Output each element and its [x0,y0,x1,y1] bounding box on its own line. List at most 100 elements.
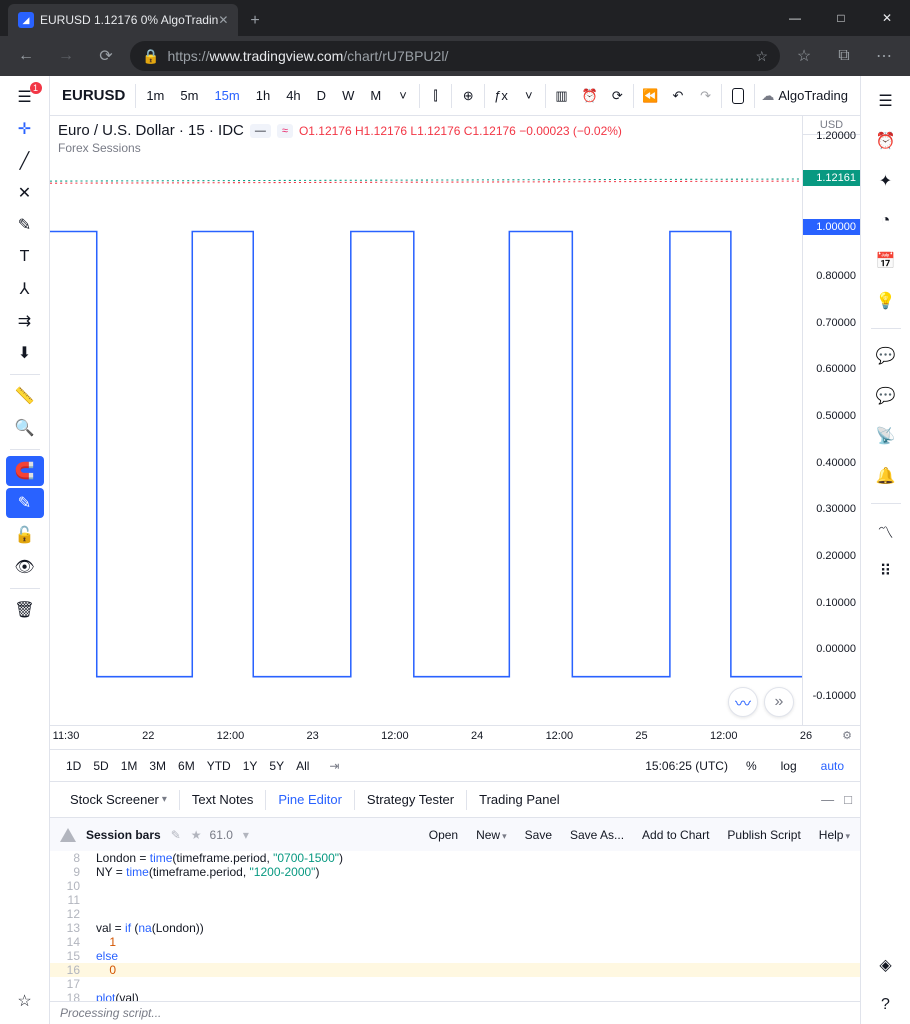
range-YTD[interactable]: YTD [201,755,237,777]
object-tree-icon[interactable]: ⠿ [867,552,905,590]
trend-line-tool[interactable]: ╱ [6,146,44,176]
symbol-button[interactable]: EURUSD [54,76,133,115]
hotlist-icon[interactable]: ✦ [867,162,905,200]
code-line[interactable]: 15else [50,949,860,963]
range-1D[interactable]: 1D [60,755,87,777]
undo-button[interactable]: ↶ [664,76,692,115]
editor-action-save-as-[interactable]: Save As... [570,828,624,842]
alert-button[interactable]: ⏰ [576,76,604,115]
cross-tool[interactable]: ✛ [6,114,44,144]
dom-icon[interactable]: 〽 [867,512,905,550]
prediction-tool[interactable]: ⇉ [6,306,44,336]
range-5D[interactable]: 5D [87,755,114,777]
code-line[interactable]: 9NY = time(timeframe.period, "1200-2000"… [50,865,860,879]
star-script-icon[interactable]: ★ [191,828,202,842]
fib-tool[interactable]: ✕ [6,178,44,208]
indicators-button[interactable]: ƒx [487,76,515,115]
magnet-tool[interactable]: 🧲 [6,456,44,486]
replay-button[interactable]: ⟳ [604,76,632,115]
stream-icon[interactable]: 📡 [867,417,905,455]
favorites-button[interactable]: ☆ [788,40,820,72]
code-line[interactable]: 10 [50,879,860,893]
interval-4h[interactable]: 4h [278,76,308,115]
range-1Y[interactable]: 1Y [237,755,264,777]
editor-action-add-to-chart[interactable]: Add to Chart [642,828,709,842]
editor-action-help[interactable]: Help▾ [819,828,850,842]
collections-button[interactable]: ⧉ [828,40,860,72]
lock-tool[interactable]: ✎ [6,488,44,518]
ideas-icon[interactable]: 💡 [867,282,905,320]
private-chat-icon[interactable]: 💬 [867,377,905,415]
chart-pane[interactable]: Euro / U.S. Dollar · 15 · IDC — ≈ O1.121… [50,116,802,725]
forward-button[interactable]: → [50,40,82,72]
visibility-tool[interactable]: 👁 [6,552,44,582]
editor-action-open[interactable]: Open [429,828,458,842]
edit-name-icon[interactable]: ✎ [171,828,181,842]
redo-button[interactable]: ↷ [692,76,720,115]
price-axis[interactable]: USD 1.200001.100000.900000.800000.700000… [802,116,860,725]
range-1M[interactable]: 1M [115,755,144,777]
minimize-button[interactable]: — [772,0,818,36]
more-icon[interactable]: ◈ [867,946,905,984]
watchlist-icon[interactable]: ☰ [867,82,905,120]
interval-D[interactable]: D [309,76,334,115]
long-short-tool[interactable]: ⬇ [6,338,44,368]
public-chat-icon[interactable]: 💬 [867,337,905,375]
pct-button[interactable]: % [740,755,763,777]
layout-button[interactable] [724,76,752,115]
text-tool[interactable]: T [6,242,44,272]
time-axis[interactable]: 11:302212:002312:002412:002512:0026 ⚙ [50,725,860,749]
code-line[interactable]: 17 [50,977,860,991]
back-button[interactable]: ← [10,40,42,72]
axis-settings-icon[interactable]: ⚙ [842,729,852,742]
zoom-tool[interactable]: 🔍 [6,413,44,443]
script-name[interactable]: Session bars [86,828,161,842]
data-window-icon[interactable]: ◔ [867,202,905,240]
code-line[interactable]: 14 1 [50,935,860,949]
notifications-icon[interactable]: 🔔 [867,457,905,495]
minimize-panel-icon[interactable]: — [821,792,834,807]
interval-W[interactable]: W [334,76,362,115]
interval-5m[interactable]: 5m [172,76,206,115]
code-line[interactable]: 13val = if (na(London)) [50,921,860,935]
goto-date-icon[interactable]: ⇥ [323,755,345,777]
maximize-button[interactable]: □ [818,0,864,36]
interval-M[interactable]: M [362,76,389,115]
alerts-icon[interactable]: ⏰ [867,122,905,160]
maximize-panel-icon[interactable]: □ [844,792,852,807]
code-line[interactable]: 12 [50,907,860,921]
compare-button[interactable]: ⊕ [454,76,482,115]
code-editor[interactable]: 8London = time(timeframe.period, "0700-1… [50,851,860,1001]
range-5Y[interactable]: 5Y [263,755,290,777]
code-line[interactable]: 11 [50,893,860,907]
auto-button[interactable]: auto [815,755,850,777]
templates-button[interactable]: ▥ [548,76,576,115]
hamburger-icon[interactable]: ☰1 [6,82,44,112]
editor-action-save[interactable]: Save [525,828,552,842]
browser-tab[interactable]: ◢ EURUSD 1.12176 0% AlgoTradin ✕ [8,4,238,36]
publish-button[interactable]: ☁AlgoTrading [757,76,856,115]
range-3M[interactable]: 3M [143,755,172,777]
bookmark-icon[interactable]: ☆ [755,48,768,65]
tab-trading-panel[interactable]: Trading Panel [467,782,571,817]
code-line[interactable]: 8London = time(timeframe.period, "0700-1… [50,851,860,865]
trash-tool[interactable]: 🗑 [6,595,44,625]
version-menu-icon[interactable]: ▾ [243,828,249,842]
brush-tool[interactable]: ✎ [6,210,44,240]
code-line[interactable]: 16 0 [50,963,860,977]
menu-button[interactable]: ⋯ [868,40,900,72]
unlock-tool[interactable]: 🔓 [6,520,44,550]
new-tab-button[interactable]: + [238,6,271,36]
log-button[interactable]: log [775,755,803,777]
goto-date-button[interactable]: 〰 [728,687,758,717]
tab-strategy-tester[interactable]: Strategy Tester [355,782,466,817]
scroll-right-button[interactable]: » [764,687,794,717]
refresh-button[interactable]: ⟳ [90,40,122,72]
rewind-button[interactable]: ⏪ [636,76,664,115]
close-tab-icon[interactable]: ✕ [218,13,228,27]
interval-15m[interactable]: 15m [206,76,247,115]
address-bar[interactable]: 🔒 https://www.tradingview.com/chart/rU7B… [130,41,780,71]
editor-action-publish-script[interactable]: Publish Script [727,828,800,842]
tab-text-notes[interactable]: Text Notes [180,782,265,817]
interval-1m[interactable]: 1m [138,76,172,115]
